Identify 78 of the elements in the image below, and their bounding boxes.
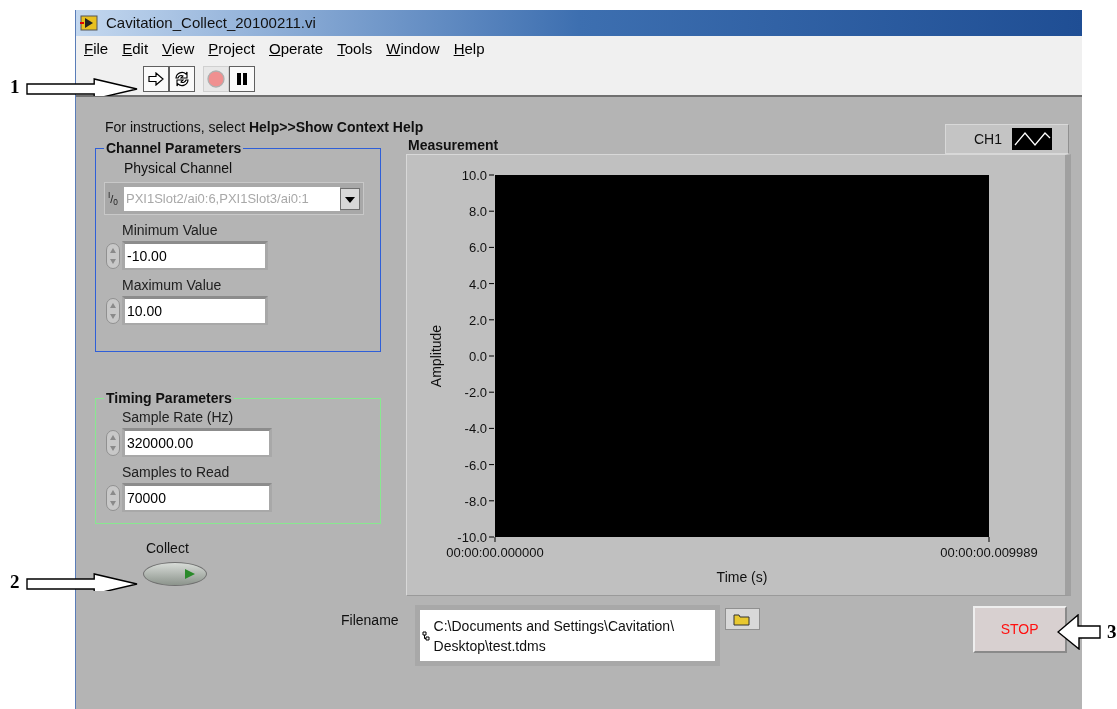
menu-item[interactable]: Window [380,37,446,61]
io-type-label: $^{I}$/$_{0}$ [108,193,119,204]
window-title: Cavitation_Collect_20100211.vi [106,12,316,33]
menu-item[interactable]: Project [202,37,261,61]
toolbar-button[interactable] [143,65,169,92]
numeric-field[interactable]: 10.00 [122,296,268,325]
y-tick-label: 6.0 [468,240,487,256]
callout-arrow [1057,614,1101,650]
numeric-field[interactable]: 320000.00 [122,428,272,457]
y-tick-label: 8.0 [468,204,487,220]
pause-icon [236,71,248,86]
y-tick-label: -10.0 [457,530,487,545]
y-tick: -10.0 [457,530,495,545]
play-triangle-icon [184,568,196,580]
y-tick-label: 2.0 [468,312,487,328]
spinner-arrows[interactable] [106,297,120,324]
collect-button[interactable] [143,562,207,586]
filename-label: Filename [341,611,399,630]
y-tick-label: -8.0 [464,493,487,509]
callout-number: 3 [1107,619,1117,644]
y-axis-title: Amplitude [428,324,444,388]
y-tick-label: 10.0 [461,168,487,183]
app-icon [80,15,98,31]
path-icon [421,630,430,641]
toolbar-button[interactable] [169,65,195,92]
y-tick: -8.0 [464,493,495,509]
x-tick: 00:00:00.009989 [940,536,1038,560]
line-sample-icon [1012,128,1052,150]
run-arrow-icon [148,71,164,86]
field-label: Sample Rate (Hz) [122,408,235,426]
collect-label: Collect [146,540,189,556]
y-tick: 2.0 [468,312,495,328]
y-tick-label: -2.0 [464,385,487,401]
menu-item[interactable]: View [156,37,201,61]
folder-icon [733,612,752,626]
group-title: Channel Parameters [105,140,243,156]
field-label: Minimum Value [122,221,219,239]
y-tick-label: 4.0 [468,276,487,292]
toolbar-button[interactable] [229,65,255,92]
x-tick-label: 00:00:00.009989 [940,545,1038,560]
instruction-text: For instructions, select Help>>Show Context Help [105,119,425,135]
spinner-arrows[interactable] [106,429,120,456]
numeric-field[interactable]: 70000 [122,483,272,512]
group-title: Timing Parameters [105,390,233,406]
y-tick-label: -4.0 [464,421,487,437]
field-label: Physical Channel [124,160,233,176]
x-axis-title: Time (s) [716,569,768,585]
numeric-field[interactable]: -10.00 [122,241,268,270]
spinner-arrows[interactable] [106,242,120,269]
menu-item[interactable]: File [78,37,115,61]
menu-item[interactable]: Help [447,37,491,61]
y-tick-label: 0.0 [468,349,487,364]
menu-item[interactable]: Edit [116,37,155,61]
y-tick-label: -6.0 [464,457,487,473]
spinner-arrows[interactable] [106,484,120,511]
circular-arrows-icon [173,69,191,88]
y-tick: 6.0 [468,240,495,256]
callout-number: 1 [10,75,20,99]
callout-number: 2 [10,570,20,594]
channel-value: PXI1Slot2/ai0:6,PXI1Slot3/ai0:1 [124,186,340,211]
x-tick-label: 00:00:00.000000 [446,545,544,560]
browse-button[interactable] [724,608,760,630]
y-tick: -6.0 [464,457,495,473]
menu-item[interactable]: Tools [331,37,379,61]
y-tick: 0.0 [468,349,495,364]
menu-item[interactable]: Operate [263,37,330,61]
y-tick: 4.0 [468,276,495,292]
legend-label: CH1 [974,129,1002,149]
graph-title: Measurement [408,137,499,153]
path-text: C:\Documents and Settings\Cavitation\ [433,616,675,636]
path-text: Desktop\test.tdms [433,636,547,656]
path-field[interactable]: C:\Documents and Settings\Cavitation\ Desktop\test.tdms [414,605,720,666]
y-tick: -2.0 [464,385,495,401]
field-label: Maximum Value [122,276,223,294]
y-tick: 8.0 [468,204,495,220]
y-tick: 10.0 [461,168,495,183]
y-tick: -4.0 [464,421,495,437]
field-label: Samples to Read [122,463,231,481]
